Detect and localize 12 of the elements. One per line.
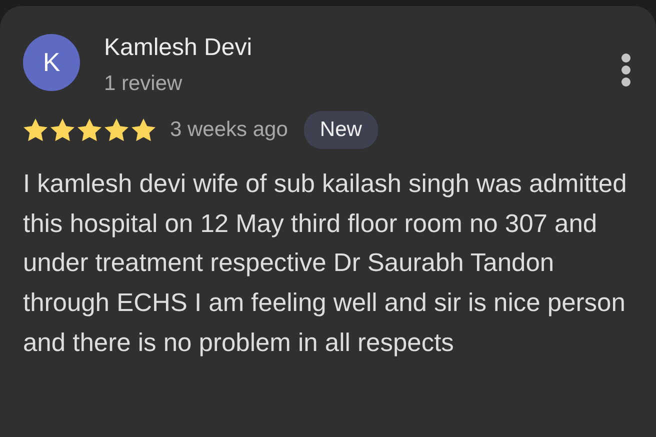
star-icon (50, 118, 75, 142)
review-text: I kamlesh devi wife of sub kailash singh was admitted this hospital on 12 May third floor room no 307 and under treatment respective Dr Saurabh Tandon through ECHS I am feeling well and sir is nice person and there is no problem in all respects (23, 169, 628, 359)
more-options-icon[interactable] (620, 53, 632, 87)
review-time: 3 weeks ago (170, 118, 288, 142)
star-icon (131, 118, 156, 142)
star-icon (77, 118, 102, 142)
new-badge: New (304, 111, 378, 149)
review-count: 1 review (104, 71, 184, 97)
avatar[interactable]: K (23, 34, 80, 91)
reviewer-name[interactable]: Kamlesh Devi (104, 33, 620, 63)
star-icon (104, 118, 129, 142)
star-icon (23, 118, 48, 142)
